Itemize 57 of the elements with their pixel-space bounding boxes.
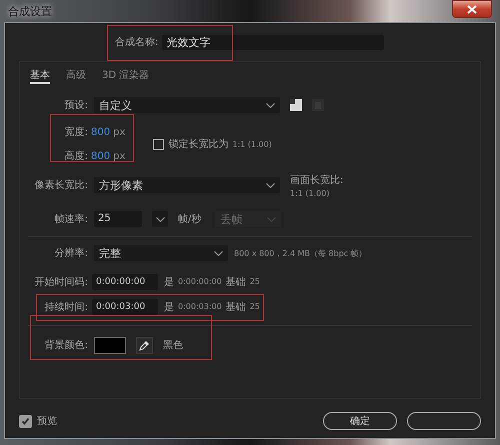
- width-label: 宽度:: [64, 126, 88, 139]
- base-label: 基础: [226, 276, 246, 288]
- resolution-dropdown[interactable]: 完整: [94, 245, 228, 261]
- resolution-label: 分辨率:: [54, 246, 88, 260]
- timecode-text: 0:00:00:00: [178, 277, 222, 286]
- height-value[interactable]: 800: [91, 150, 110, 162]
- color-swatch[interactable]: [94, 336, 126, 354]
- lock-checkbox[interactable]: [153, 138, 164, 150]
- fps-unit-label: 帧/秒: [178, 212, 202, 226]
- unit-label: px: [113, 150, 126, 162]
- close-icon: [467, 4, 477, 14]
- preset-label: 预设:: [64, 99, 88, 112]
- frame-rate-dropdown[interactable]: [152, 211, 168, 227]
- is-label: 是: [164, 276, 174, 288]
- frame-aspect-value: 1:1 (1.00): [290, 188, 330, 198]
- start-timecode-label: 开始时间码:: [34, 276, 88, 288]
- name-label: 合成名称:: [115, 36, 158, 49]
- base-value: 25: [250, 302, 260, 311]
- preview-label: 预览: [37, 415, 57, 428]
- close-button[interactable]: [452, 0, 492, 18]
- frame-rate-field[interactable]: 25: [94, 211, 142, 227]
- frame-rate-label: 帧速率:: [54, 212, 88, 226]
- aspect-ratio-text: 1:1 (1.00): [232, 140, 272, 148]
- chevron-icon: [214, 250, 223, 256]
- pixel-aspect-label: 像素长宽比:: [34, 178, 88, 192]
- preset-dropdown[interactable]: 自定义: [94, 97, 280, 113]
- background-color-label: 背景颜色:: [44, 338, 88, 352]
- is-label: 是: [164, 300, 174, 314]
- height-label: 高度:: [64, 150, 88, 163]
- base-label: 基础: [226, 300, 246, 314]
- lock-aspect-label: 锁定长宽比为: [168, 138, 228, 151]
- name-field[interactable]: 光效文字: [162, 34, 384, 50]
- width-value[interactable]: 800: [91, 126, 110, 138]
- chevron-icon: [266, 182, 275, 188]
- pixel-aspect-dropdown[interactable]: 方形像素: [94, 177, 280, 193]
- start-timecode-field[interactable]: 0:00:00:00: [92, 274, 158, 290]
- timecode-text: 0:00:03:00: [178, 302, 222, 311]
- base-value: 25: [250, 277, 260, 286]
- resolution-info: 800 x 800，2.4 MB（每 8bpc 帧）: [234, 248, 367, 258]
- duration-field[interactable]: 0:00:03:00: [92, 298, 158, 314]
- eyedropper-icon: [139, 340, 150, 350]
- preview-checkbox[interactable]: [19, 414, 32, 428]
- tab[interactable]: 基本: [30, 66, 50, 84]
- dialog-button[interactable]: [407, 412, 481, 430]
- unit-label: px: [113, 126, 126, 138]
- chevron-icon: [267, 216, 276, 222]
- chevron-icon: [156, 216, 164, 222]
- eyedropper-button[interactable]: [136, 336, 153, 354]
- ok-button[interactable]: 确定: [323, 412, 397, 430]
- window-title: 合成设置: [8, 4, 52, 18]
- frame-aspect-label: 画面长宽比:: [290, 174, 344, 186]
- chevron-icon: [266, 102, 275, 108]
- tab[interactable]: 高级: [66, 66, 86, 84]
- color-name: 黑色: [163, 339, 183, 352]
- duration-label: 持续时间:: [44, 300, 88, 314]
- tab[interactable]: 3D 渲染器: [102, 66, 150, 84]
- save-preset-icon[interactable]: [290, 99, 302, 111]
